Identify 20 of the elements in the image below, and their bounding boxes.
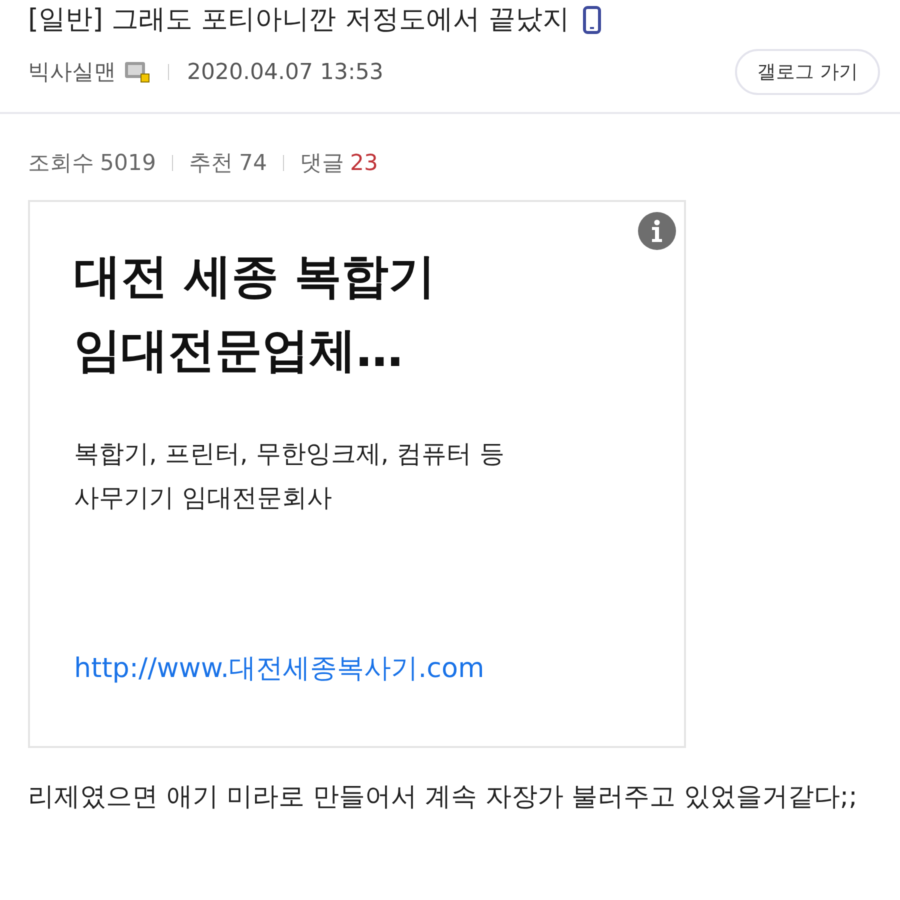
- ad-description: 복합기, 프린터, 무한잉크제, 컴퓨터 등: [74, 438, 506, 470]
- stat-value: 23: [350, 150, 378, 176]
- stat-label: 댓글: [300, 150, 344, 178]
- post-date: 2020.04.07 13:53: [187, 60, 384, 84]
- ad-description: 사무기기 임대전문회사: [74, 482, 333, 514]
- user-badge-icon: [124, 60, 150, 84]
- post-body: 리제였으면 애기 미라로 만들어서 계속 자장가 불러주고 있었을거같다;;: [28, 781, 858, 814]
- ad-link[interactable]: http://www.대전세종복사기.com: [74, 650, 684, 686]
- stat-label: 추천: [189, 150, 233, 178]
- phone-icon: [583, 6, 602, 34]
- ad-card[interactable]: 대전 세종 복합기 임대전문업체… 복합기, 프린터, 무한잉크제, 컴퓨터 등 사무기기 임대전문회사 http://www.대전세종복사기.com: [28, 200, 686, 748]
- stat-label: 조회수: [28, 150, 94, 178]
- stat-value: 5019: [100, 150, 156, 176]
- post-title: [일반] 그래도 포티아니깐 저정도에서 끝났지: [28, 3, 570, 37]
- stat-value: 74: [239, 150, 267, 176]
- ad-headline: 임대전문업체…: [74, 322, 404, 380]
- gallog-button[interactable]: 갤로그 가기: [734, 49, 880, 95]
- author-name[interactable]: 빅사실맨: [28, 57, 116, 87]
- info-icon[interactable]: [638, 212, 676, 250]
- ad-headline: 대전 세종 복합기: [74, 248, 437, 306]
